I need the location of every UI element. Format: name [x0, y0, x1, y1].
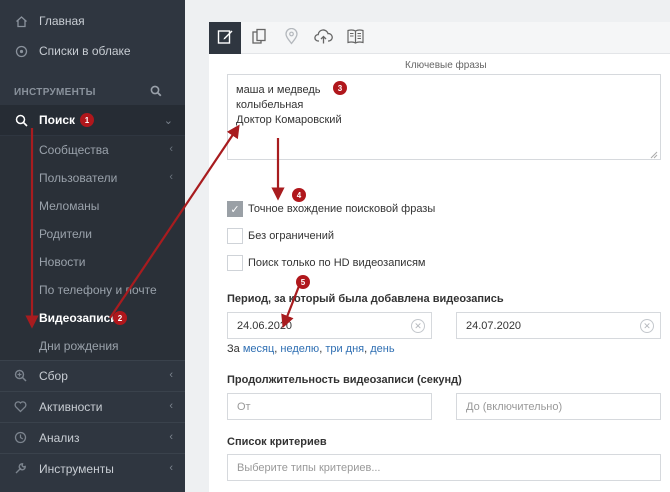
chevron-left-icon: ‹	[169, 462, 173, 474]
sidebar-item-label: Главная	[39, 14, 85, 28]
duration-label: Продолжительность видеозаписи (секунд)	[227, 374, 462, 386]
sub-item-label: По телефону и почте	[39, 283, 157, 297]
docs-tab[interactable]	[339, 22, 371, 54]
duration-to-input[interactable]: До (включительно)	[456, 393, 661, 420]
sidebar-item-activity[interactable]: Активности ‹	[0, 391, 185, 422]
duration-from-input[interactable]: От	[227, 393, 432, 420]
keyword-line: маша и медведь	[236, 84, 321, 96]
sub-item-videos[interactable]: Видеозаписи	[0, 304, 185, 332]
step-badge-5: 5	[296, 275, 310, 289]
exact-match-checkbox[interactable]: ✓	[227, 201, 243, 217]
toolbar	[209, 22, 670, 54]
location-tab[interactable]	[275, 22, 307, 54]
step-badge-3: 3	[333, 81, 347, 95]
collect-icon	[14, 369, 27, 385]
keywords-caption: Ключевые фразы	[405, 60, 487, 71]
search-icon[interactable]	[150, 85, 162, 100]
step-badge-4: 4	[292, 188, 306, 202]
sidebar: Главная Списки в облаке ИНСТРУМЕНТЫ Поис…	[0, 0, 185, 492]
clear-icon[interactable]: ✕	[411, 319, 425, 333]
clear-icon[interactable]: ✕	[640, 319, 654, 333]
resize-handle-icon[interactable]	[650, 149, 658, 159]
exact-match-label: Точное вхождение поисковой фразы	[248, 203, 436, 215]
cloud-icon	[14, 44, 28, 58]
sub-item-label: Пользователи	[39, 171, 118, 185]
hd-only-label: Поиск только по HD видеозаписям	[248, 257, 426, 269]
cloud-upload-icon	[313, 28, 333, 48]
chevron-left-icon: ‹	[169, 400, 173, 412]
sidebar-item-collect[interactable]: Сбор ‹	[0, 360, 185, 391]
sub-item-parents[interactable]: Родители	[0, 220, 185, 248]
sidebar-item-label: Инструменты	[39, 462, 114, 476]
sub-item-label: Дни рождения	[39, 339, 119, 353]
quick-links-prefix: За	[227, 343, 240, 355]
sub-item-news[interactable]: Новости	[0, 248, 185, 276]
sub-item-label: Новости	[39, 255, 86, 269]
sidebar-item-label: Поиск	[39, 113, 76, 127]
link-month[interactable]: месяц	[243, 343, 274, 355]
chevron-left-icon: ‹	[169, 431, 173, 443]
period-label: Период, за который была добавлена видеоз…	[227, 293, 504, 305]
sub-item-label: Видеозаписи	[39, 311, 118, 325]
sub-item-label: Сообщества	[39, 143, 109, 157]
edit-tab[interactable]	[209, 22, 241, 54]
sidebar-item-home[interactable]: Главная	[0, 6, 185, 36]
sidebar-item-label: Анализ	[39, 431, 80, 445]
duration-to-placeholder: До (включительно)	[466, 400, 563, 413]
map-pin-icon	[284, 27, 299, 48]
copy-icon	[251, 28, 268, 48]
criteria-select[interactable]: Выберите типы критериев...	[227, 454, 661, 481]
section-title: ИНСТРУМЕНТЫ	[14, 87, 96, 98]
edit-icon	[217, 28, 234, 48]
sub-item-communities[interactable]: Сообщества ‹	[0, 136, 185, 164]
copy-tab[interactable]	[243, 22, 275, 54]
chevron-left-icon: ‹	[169, 369, 173, 381]
hd-only-checkbox[interactable]	[227, 255, 243, 271]
search-icon	[14, 113, 28, 127]
no-limit-label: Без ограничений	[248, 230, 334, 242]
book-icon	[346, 28, 365, 48]
sub-item-phone-email[interactable]: По телефону и почте	[0, 276, 185, 304]
date-to-input[interactable]: 24.07.2020 ✕	[456, 312, 661, 339]
criteria-label: Список критериев	[227, 436, 327, 448]
sidebar-item-analysis[interactable]: Анализ ‹	[0, 422, 185, 453]
chevron-left-icon: ‹	[169, 171, 173, 183]
step-badge-2: 2	[113, 311, 127, 325]
sidebar-item-tools[interactable]: Инструменты ‹	[0, 453, 185, 484]
date-from-input[interactable]: 24.06.2020 ✕	[227, 312, 432, 339]
keywords-textarea[interactable]: маша и медведь колыбельная Доктор Комаро…	[227, 74, 661, 160]
home-icon	[14, 14, 28, 28]
heart-icon	[14, 400, 27, 416]
sub-item-label: Родители	[39, 227, 92, 241]
clock-icon	[14, 431, 27, 447]
keyword-line: Доктор Комаровский	[236, 114, 342, 126]
link-day[interactable]: день	[370, 343, 394, 355]
checkmark-icon: ✓	[230, 203, 240, 216]
wrench-icon	[14, 462, 27, 478]
sidebar-item-cloud-lists[interactable]: Списки в облаке	[0, 36, 185, 66]
date-from-value: 24.06.2020	[237, 319, 293, 332]
sidebar-item-label: Списки в облаке	[39, 44, 131, 58]
no-limit-checkbox[interactable]	[227, 228, 243, 244]
sub-item-music-lovers[interactable]: Меломаны	[0, 192, 185, 220]
sub-item-users[interactable]: Пользователи ‹	[0, 164, 185, 192]
criteria-placeholder: Выберите типы критериев...	[237, 461, 381, 474]
link-three-days[interactable]: три дня	[325, 343, 364, 355]
chevron-left-icon: ‹	[169, 143, 173, 155]
sub-item-label: Меломаны	[39, 199, 100, 213]
upload-tab[interactable]	[307, 22, 339, 54]
date-to-value: 24.07.2020	[466, 319, 522, 332]
step-badge-1: 1	[80, 113, 94, 127]
duration-from-placeholder: От	[237, 400, 251, 413]
link-week[interactable]: неделю	[280, 343, 319, 355]
period-quick-links: За месяц, неделю, три дня, день	[227, 343, 395, 355]
sub-item-birthdays[interactable]: Дни рождения	[0, 332, 185, 360]
chevron-down-icon: ⌄	[163, 114, 173, 127]
keyword-line: колыбельная	[236, 99, 304, 111]
sidebar-item-label: Активности	[39, 400, 103, 414]
sidebar-item-label: Сбор	[39, 369, 68, 383]
